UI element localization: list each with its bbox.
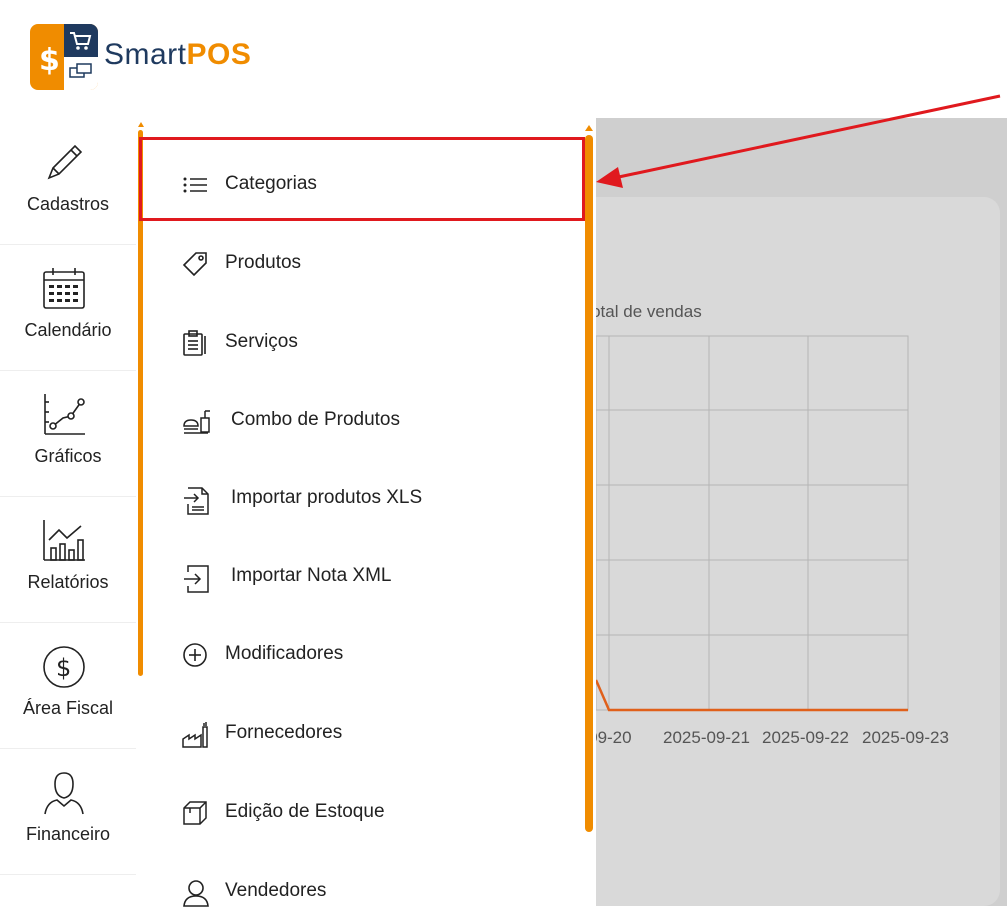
annotation-arrow-icon	[596, 94, 1001, 188]
